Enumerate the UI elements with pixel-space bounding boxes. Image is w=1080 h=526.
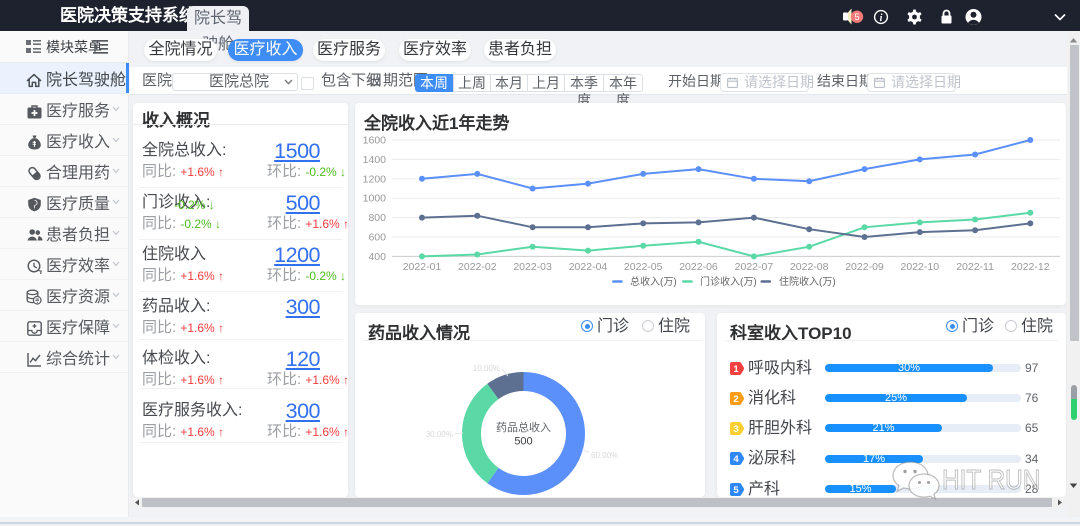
- svg-text:5: 5: [854, 12, 859, 22]
- svg-text:3: 3: [733, 424, 738, 435]
- svg-text:5: 5: [733, 485, 739, 496]
- svg-text:1: 1: [733, 364, 739, 375]
- svg-text:2022-12: 2022-12: [1011, 261, 1050, 273]
- svg-text:10.00%: 10.00%: [473, 364, 500, 373]
- svg-text:总收入(万): 总收入(万): [630, 275, 677, 288]
- svg-text:2022-03: 2022-03: [513, 261, 552, 273]
- svg-text:2022-01: 2022-01: [403, 261, 442, 273]
- svg-text:30.00%: 30.00%: [426, 430, 453, 439]
- svg-text:1200: 1200: [363, 173, 387, 185]
- svg-text:1600: 1600: [363, 135, 387, 147]
- svg-text:2022-09: 2022-09: [845, 261, 884, 273]
- svg-text:2: 2: [733, 394, 738, 405]
- svg-text:800: 800: [368, 212, 386, 224]
- svg-text:i: i: [880, 13, 883, 24]
- svg-text:药品总收入: 药品总收入: [496, 420, 551, 434]
- svg-text:2022-08: 2022-08: [790, 261, 829, 273]
- svg-text:2022-06: 2022-06: [679, 261, 718, 273]
- svg-text:2022-02: 2022-02: [458, 261, 497, 273]
- svg-text:1400: 1400: [363, 154, 387, 166]
- svg-text:500: 500: [514, 436, 532, 448]
- svg-text:600: 600: [368, 232, 386, 244]
- svg-text:门诊收入(万): 门诊收入(万): [700, 275, 757, 288]
- svg-text:2022-11: 2022-11: [956, 261, 994, 273]
- svg-text:2022-04: 2022-04: [569, 261, 608, 273]
- svg-text:400: 400: [368, 251, 386, 263]
- svg-text:2022-10: 2022-10: [901, 261, 940, 273]
- svg-text:1000: 1000: [363, 193, 387, 205]
- svg-text:住院收入(万): 住院收入(万): [779, 275, 836, 288]
- svg-text:2022-07: 2022-07: [735, 261, 774, 273]
- svg-text:2022-05: 2022-05: [624, 261, 663, 273]
- svg-text:4: 4: [733, 454, 739, 465]
- svg-text:60.00%: 60.00%: [591, 451, 618, 460]
